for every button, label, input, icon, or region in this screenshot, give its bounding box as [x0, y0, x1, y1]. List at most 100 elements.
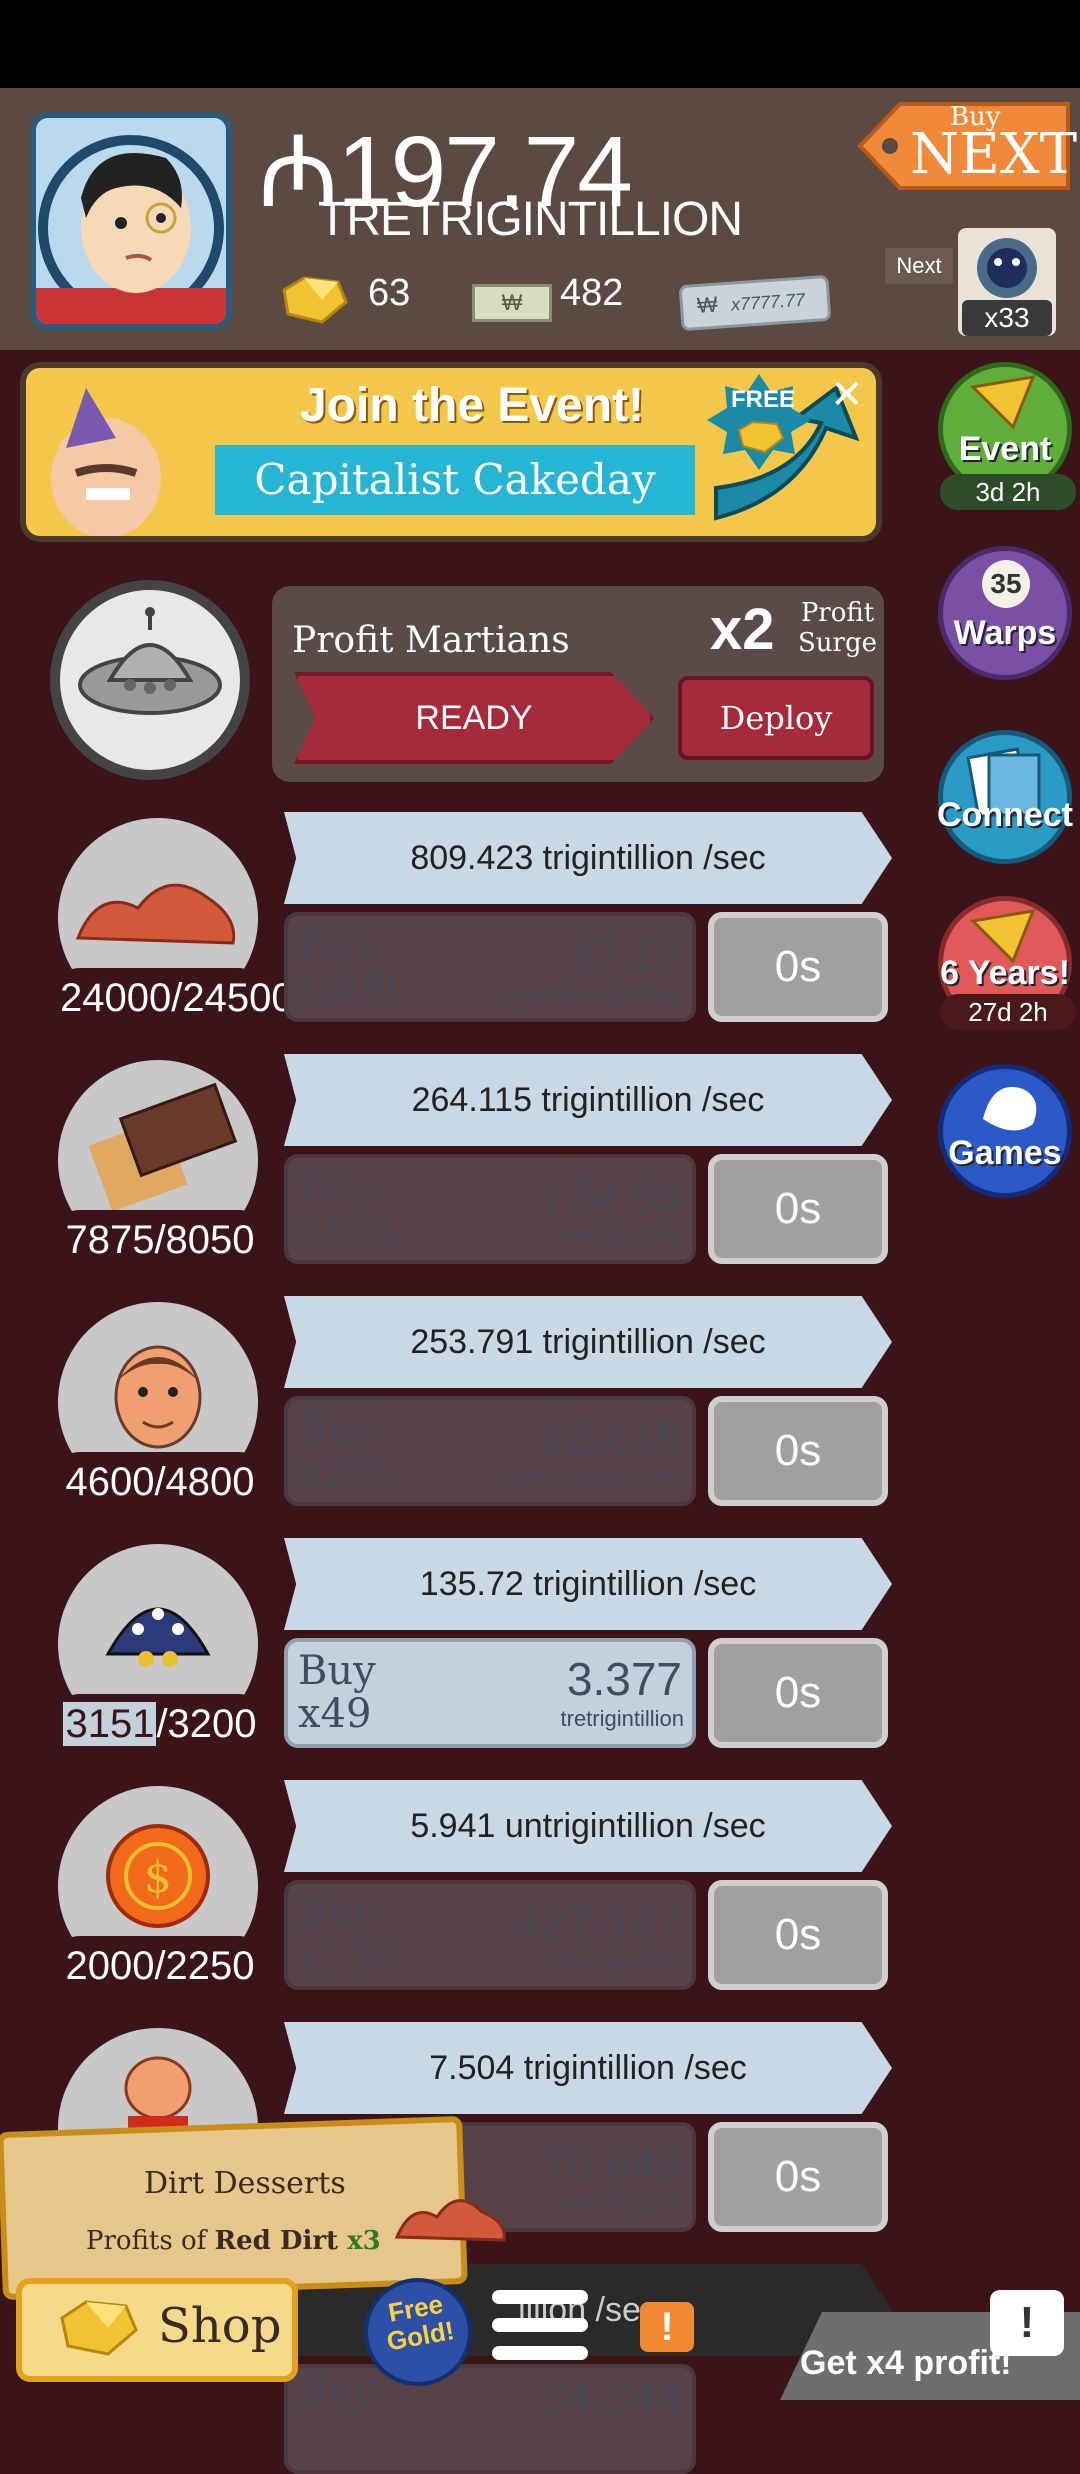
timer-button[interactable]: 0s: [708, 2122, 888, 2232]
buy-word: Buy: [298, 1164, 376, 1210]
timer-button[interactable]: 0s: [708, 1154, 888, 1264]
timer-button[interactable]: 0s: [708, 1880, 888, 1990]
bill-symbol: ₩: [696, 291, 719, 319]
profit-rate-bar: 135.72 trigintillion /sec: [284, 1538, 892, 1630]
buy-word: Buy: [298, 1406, 376, 1452]
profit-line-2: Surge: [798, 628, 878, 658]
shop-label: Shop: [158, 2298, 282, 2354]
martian-ufo-circle[interactable]: [50, 580, 250, 780]
count-max: /3200: [156, 1702, 257, 1746]
buy-button[interactable]: Buy 34.344: [284, 2364, 696, 2474]
business-count: 7875/8050: [65, 1218, 255, 1262]
close-banner-button[interactable]: ✕: [830, 372, 864, 418]
tv-ad-icon[interactable]: !: [990, 2290, 1064, 2356]
megabucks-icon: ₩: [472, 284, 552, 322]
ready-button[interactable]: READY: [294, 672, 654, 764]
event-timer: 3d 2h: [940, 474, 1076, 510]
deploy-button[interactable]: Deploy: [678, 676, 874, 760]
buy-quantity: x49: [298, 1691, 372, 1737]
business-count: 4600/4800: [65, 1460, 255, 1504]
profit-rate-bar: 264.115 trigintillion /sec: [284, 1054, 892, 1146]
buy-word: Buy: [298, 1648, 376, 1694]
popup-sub-mult: x3: [338, 2226, 381, 2256]
svg-text:$: $: [144, 1852, 172, 1903]
gold-icon: [278, 272, 350, 333]
gold-count: 63: [368, 272, 411, 314]
event-title: Join the Event!: [300, 379, 645, 432]
menu-line: [492, 2346, 588, 2360]
free-label: FREE: [731, 386, 796, 413]
buy-price: 70.649: [541, 2137, 682, 2189]
menu-line: [492, 2318, 588, 2332]
menu-line: [492, 2290, 588, 2304]
six-years-label: 6 Years!: [940, 954, 1070, 992]
buy-price: 422.187: [515, 1895, 682, 1947]
profit-rate-bar: 5.941 untrigintillion /sec: [284, 1780, 892, 1872]
buy-word: Buy: [298, 1890, 376, 1936]
timer-button[interactable]: 0s: [708, 1638, 888, 1748]
buy-price-unit: tretrigintillion: [560, 2190, 685, 2215]
alert-icon[interactable]: !: [640, 2302, 694, 2352]
count-progress-highlight: 3151: [63, 1702, 157, 1746]
buy-price-unit: tretrigintillion: [560, 1222, 685, 1247]
profit-rate-bar: 809.423 trigintillion /sec: [284, 812, 892, 904]
status-bar: [0, 0, 1080, 88]
capitalist-portrait-icon: [36, 135, 226, 324]
buy-price-unit: tretrigintillion: [560, 1706, 685, 1731]
next-count: x33: [962, 300, 1052, 336]
player-avatar[interactable]: [30, 112, 232, 330]
megabucks-count: 482: [560, 272, 624, 314]
popup-title: Dirt Desserts: [144, 2166, 346, 2201]
warps-badge: 35: [982, 560, 1030, 608]
martian-title: Profit Martians: [292, 620, 570, 661]
buy-button[interactable]: Buy x250 422.187 sextrigintillion: [284, 1880, 696, 1990]
connect-label: Connect: [937, 796, 1073, 834]
timer-button[interactable]: 0s: [708, 912, 888, 1022]
six-years-timer: 27d 2h: [940, 994, 1076, 1030]
profit-rate-bar: 7.504 trigintillion /sec: [284, 2022, 892, 2114]
event-subtitle: Capitalist Cakeday: [215, 445, 695, 515]
games-label: Games: [948, 1134, 1062, 1172]
buy-button[interactable]: Buy x175 724.55 tretrigintillion: [284, 1154, 696, 1264]
angel-count: x7777.77: [730, 289, 806, 315]
buy-button[interactable]: Buy x49 3.377 tretrigintillion: [284, 1638, 696, 1748]
popup-sub-bold: Red Dirt: [214, 2226, 339, 2256]
business-count: 24000/24500: [60, 976, 294, 1020]
buy-next-button[interactable]: Buy NEXT: [850, 96, 1078, 196]
buy-price: 34.344: [541, 2371, 682, 2423]
buy-price: 724.55: [541, 1169, 682, 1221]
menu-icon[interactable]: [492, 2290, 588, 2370]
popup-subtitle: Profits of Red Dirt x3: [86, 2226, 381, 2256]
buy-button[interactable]: Buy x500 37.12 quattuortrigintillion: [284, 912, 696, 1022]
buy-price: 12.616: [541, 1411, 682, 1463]
buy-next-big: NEXT: [910, 122, 1078, 187]
next-label: Next: [885, 248, 953, 284]
gold-icon: [737, 420, 785, 454]
popup-sub-prefix: Profits of: [86, 2226, 215, 2256]
money-unit: TRETRIGINTILLION: [318, 193, 743, 246]
x4-profit-label: Get x4 profit!: [800, 2344, 1012, 2382]
event-label: Event: [958, 430, 1052, 468]
profit-rate-bar: 253.791 trigintillion /sec: [284, 1296, 892, 1388]
buy-price-unit: quattuortrigintillion: [505, 980, 684, 1005]
buy-quantity: x200: [298, 1449, 397, 1495]
warps-label: Warps: [953, 614, 1057, 652]
buy-price: 3.377: [566, 1653, 682, 1705]
profit-line-1: Profit: [800, 598, 875, 628]
business-count: 2000/2250: [65, 1944, 255, 1988]
buy-word: Buy: [298, 2368, 376, 2414]
buy-quantity: x175: [298, 1207, 397, 1253]
buy-price: 37.12: [566, 927, 682, 979]
free-badge: FREE: [705, 372, 813, 472]
timer-button[interactable]: 0s: [708, 1396, 888, 1506]
beetle-icon: [977, 238, 1037, 298]
buy-button[interactable]: Buy x200 12.616 quattuortrigintillion: [284, 1396, 696, 1506]
gold-icon: [56, 2296, 140, 2365]
martian-profit-label: Profit Surge: [798, 598, 877, 658]
games-button[interactable]: [938, 1064, 1072, 1198]
buy-quantity: x500: [298, 965, 397, 1011]
buy-price-unit: quattuortrigintillion: [505, 1464, 684, 1489]
ufo-icon: [78, 607, 222, 715]
buy-price-unit: sextrigintillion: [551, 1948, 684, 1973]
buy-quantity: x250: [298, 1933, 397, 1979]
